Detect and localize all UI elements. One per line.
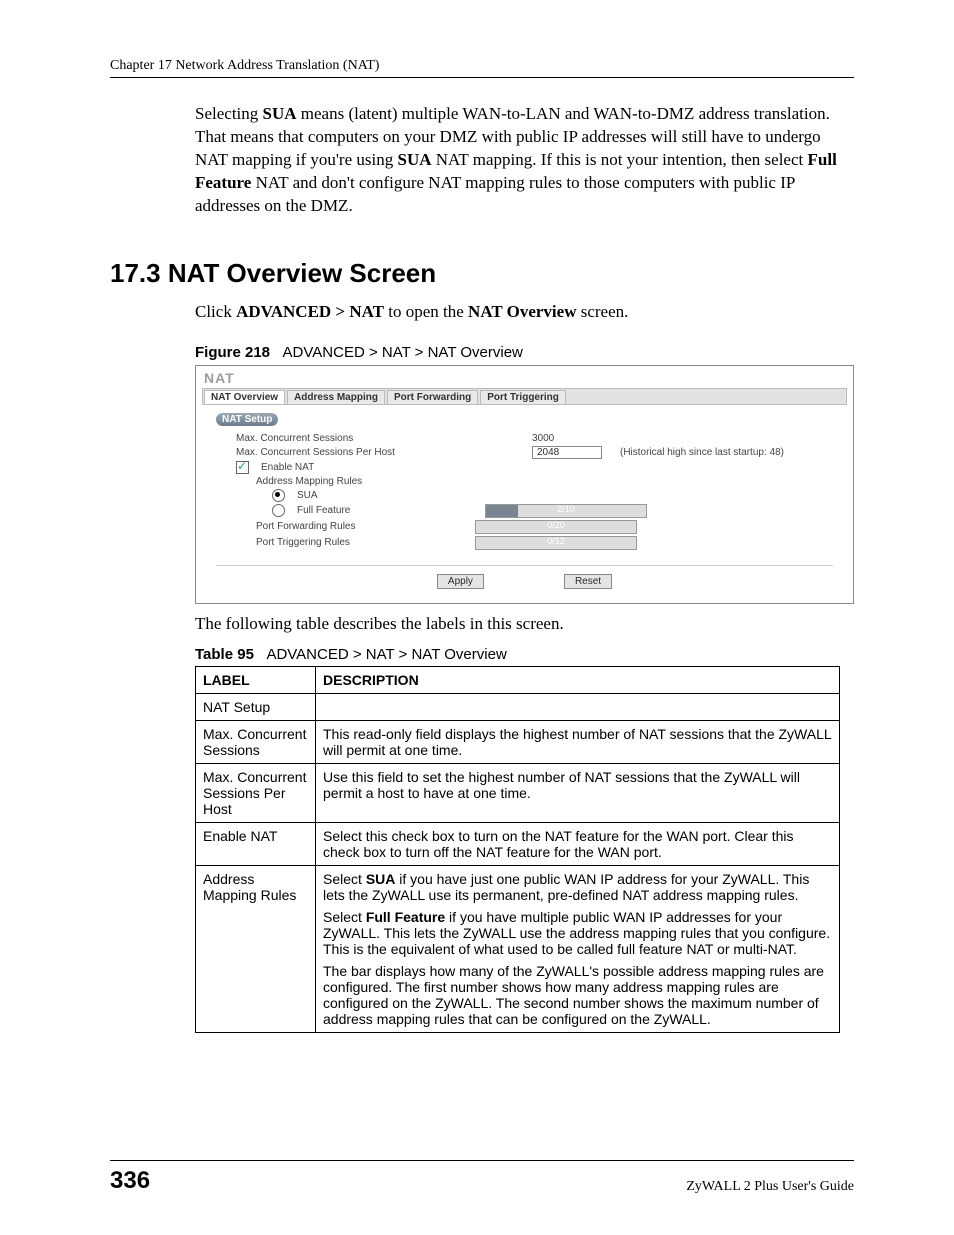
enable-nat-checkbox[interactable] [236,461,249,474]
text-bold: SUA [263,104,297,123]
page-number: 336 [110,1167,150,1195]
table-header-description: DESCRIPTION [316,666,840,693]
header-rule [110,77,854,78]
tab-port-triggering[interactable]: Port Triggering [480,390,566,404]
cell-label: NAT Setup [196,693,316,720]
text: Click [195,302,236,321]
running-header: Chapter 17 Network Address Translation (… [110,58,854,74]
port-forwarding-bar: 0/20 [475,520,637,534]
text-bold: ADVANCED > NAT [236,302,384,321]
text: if you have just one public WAN IP addre… [323,871,809,903]
screenshot-box: NAT NAT Overview Address Mapping Port Fo… [195,365,854,604]
enable-nat-label: Enable NAT [261,462,314,473]
footer-rule [110,1160,854,1161]
table-caption: Table 95 ADVANCED > NAT > NAT Overview [195,646,854,663]
text: to open the [384,302,468,321]
port-forwarding-rules-label: Port Forwarding Rules [256,521,467,532]
tab-address-mapping[interactable]: Address Mapping [287,390,385,404]
full-feature-bar-text: 2/10 [486,504,646,514]
table-row: Enable NAT Select this check box to turn… [196,822,840,865]
historical-high-note: (Historical high since last startup: 48) [620,447,784,458]
text: NAT mapping. If this is not your intenti… [432,150,808,169]
panel-heading: NAT Setup [216,413,278,426]
section-intro: Click ADVANCED > NAT to open the NAT Ove… [195,302,854,322]
max-sessions-value: 3000 [532,433,554,444]
description-table: LABEL DESCRIPTION NAT Setup Max. Concurr… [195,666,840,1033]
text: The bar displays how many of the ZyWALL'… [323,963,832,1027]
port-triggering-bar-text: 0/12 [476,536,636,546]
tab-port-forwarding[interactable]: Port Forwarding [387,390,478,404]
text: Select [323,871,366,887]
cell-label: Address Mapping Rules [196,865,316,1032]
apply-button[interactable]: Apply [437,574,484,589]
table-row: Address Mapping Rules Select SUA if you … [196,865,840,1032]
cell-label: Enable NAT [196,822,316,865]
text: Selecting [195,104,263,123]
table-caption-text: ADVANCED > NAT > NAT Overview [266,646,506,663]
figure-label: Figure 218 [195,344,270,361]
cell-label: Max. Concurrent Sessions Per Host [196,763,316,822]
port-forwarding-bar-text: 0/20 [476,520,636,530]
table-row: NAT Setup [196,693,840,720]
table-row: Max. Concurrent Sessions This read-only … [196,720,840,763]
max-sessions-host-label: Max. Concurrent Sessions Per Host [226,447,456,458]
sua-radio[interactable] [272,489,285,502]
port-triggering-rules-label: Port Triggering Rules [256,537,467,548]
figure-caption-text: ADVANCED > NAT > NAT Overview [283,344,523,361]
text: NAT and don't configure NAT mapping rule… [195,173,795,215]
tab-nat-overview[interactable]: NAT Overview [204,390,285,404]
table-header-label: LABEL [196,666,316,693]
text-bold: SUA [397,150,431,169]
cell-desc: Use this field to set the highest number… [316,763,840,822]
sua-label: SUA [297,490,318,501]
cell-desc: Select this check box to turn on the NAT… [316,822,840,865]
address-mapping-rules-label: Address Mapping Rules [256,476,362,487]
cell-desc: This read-only field displays the highes… [316,720,840,763]
window-title: NAT [204,370,847,386]
full-feature-radio[interactable] [272,504,285,517]
figure-caption: Figure 218 ADVANCED > NAT > NAT Overview [195,344,854,361]
intro-paragraph: Selecting SUA means (latent) multiple WA… [195,103,854,218]
text: Select [323,909,366,925]
text: screen. [576,302,628,321]
guide-title: ZyWALL 2 Plus User's Guide [686,1179,854,1195]
text-bold: Full Feature [366,909,445,925]
table-intro: The following table describes the labels… [195,614,854,634]
text-bold: SUA [366,871,396,887]
cell-label: Max. Concurrent Sessions [196,720,316,763]
max-sessions-label: Max. Concurrent Sessions [226,433,456,444]
max-sessions-host-input[interactable]: 2048 [532,446,602,459]
port-triggering-bar: 0/12 [475,536,637,550]
full-feature-label: Full Feature [297,505,477,516]
table-row: Max. Concurrent Sessions Per Host Use th… [196,763,840,822]
table-label: Table 95 [195,646,254,663]
tab-bar: NAT Overview Address Mapping Port Forwar… [202,388,847,405]
full-feature-bar: 2/10 [485,504,647,518]
section-heading: 17.3 NAT Overview Screen [110,258,854,289]
reset-button[interactable]: Reset [564,574,612,589]
cell-desc [316,693,840,720]
text-bold: NAT Overview [468,302,576,321]
cell-desc: Select SUA if you have just one public W… [316,865,840,1032]
